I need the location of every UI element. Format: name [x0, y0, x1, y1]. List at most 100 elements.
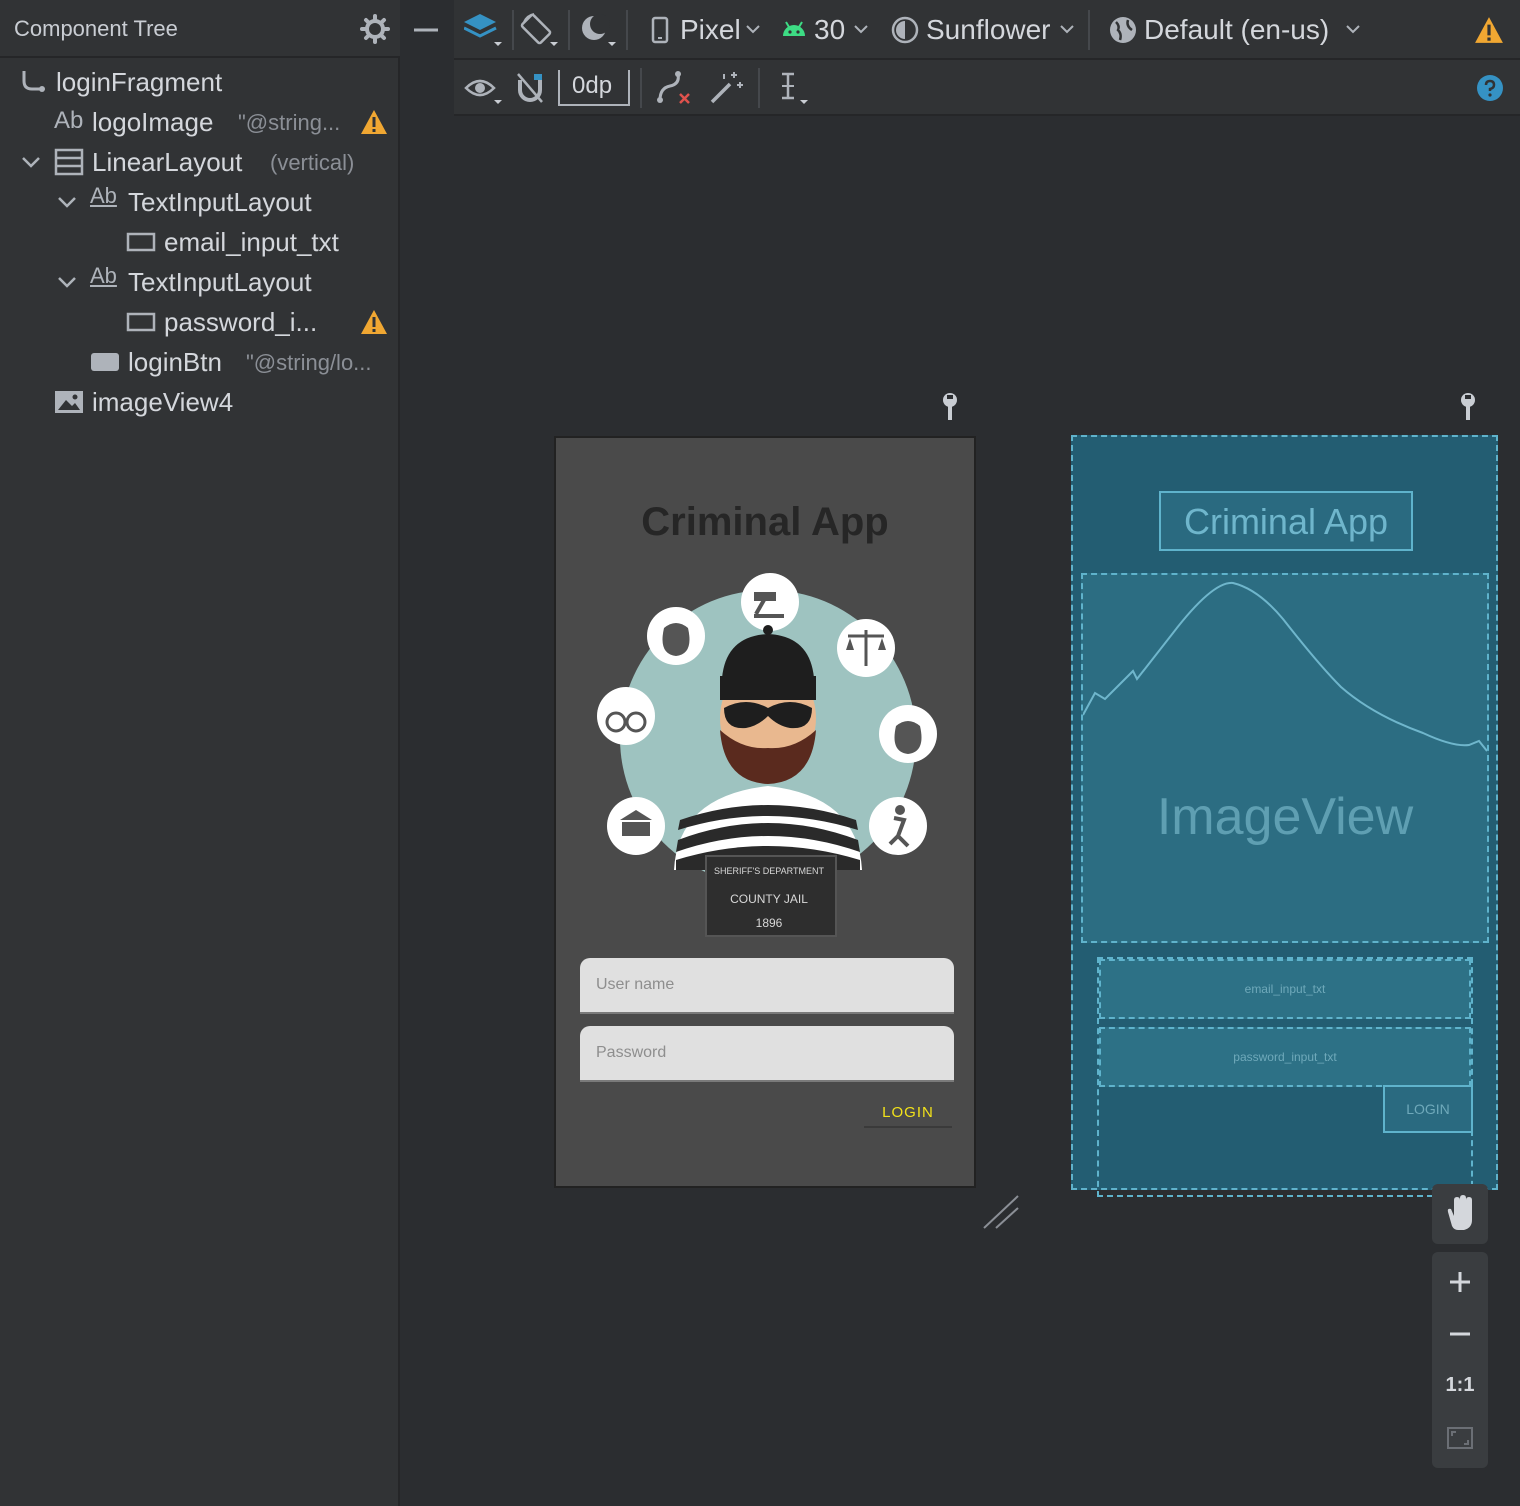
textinputlayout-icon: Ab: [90, 183, 117, 208]
blueprint-linearlayout[interactable]: email_input_txt password_input_txt LOGIN: [1097, 957, 1473, 1197]
device-selector[interactable]: Pixel: [680, 14, 741, 46]
tree-node-loginbtn[interactable]: loginBtn "@string/lo...: [0, 341, 400, 381]
blueprint-email-field[interactable]: email_input_txt: [1099, 959, 1471, 1019]
warning-icon[interactable]: [360, 109, 388, 135]
eye-icon[interactable]: [464, 70, 504, 106]
username-field[interactable]: User name: [580, 958, 954, 1014]
autoconnect-off-icon[interactable]: [514, 70, 546, 106]
zoom-actual-size-button[interactable]: 1:1: [1432, 1374, 1488, 1397]
toolbar-separator: [568, 10, 570, 50]
edittext-icon: [126, 232, 156, 252]
toolbar-separator: [1088, 10, 1090, 50]
night-mode-icon[interactable]: [578, 12, 618, 48]
pin-icon[interactable]: [1459, 392, 1477, 422]
help-icon[interactable]: [1476, 74, 1504, 102]
blueprint-imageview[interactable]: ImageView: [1081, 573, 1489, 943]
edittext-icon: [126, 312, 156, 332]
sign-line-2: COUNTY JAIL: [730, 892, 808, 906]
guidelines-icon[interactable]: [776, 70, 812, 106]
zoom-controls: 1:1: [1432, 1252, 1488, 1468]
app-title[interactable]: Criminal App: [556, 500, 974, 545]
layout-editor: Component Tree loginFragment Ab logoImag…: [0, 0, 1520, 1506]
chevron-down-icon[interactable]: [744, 20, 762, 38]
globe-icon: [1110, 17, 1136, 43]
blueprint-surface[interactable]: Criminal App ImageView email_input_txt p…: [1071, 435, 1498, 1197]
tree-node-sub: "@string/lo...: [246, 350, 372, 375]
tree-node-label: imageView4: [92, 387, 234, 417]
component-tree-header: Component Tree: [0, 0, 438, 58]
username-hint: User name: [596, 976, 675, 993]
tree-node-label: email_input_txt: [164, 227, 339, 257]
api-level-selector[interactable]: 30: [814, 14, 845, 46]
clear-constraints-icon[interactable]: [656, 70, 692, 106]
fragment-icon: [22, 71, 45, 92]
sign-line-3: 1896: [755, 916, 783, 930]
blueprint-title[interactable]: Criminal App: [1159, 491, 1413, 551]
tree-node-label: logoImage: [92, 107, 214, 137]
chevron-down-icon[interactable]: [852, 20, 870, 38]
login-button[interactable]: LOGIN: [864, 1098, 952, 1128]
orientation-icon[interactable]: [520, 12, 560, 48]
android-icon: [783, 21, 805, 36]
button-icon: [91, 353, 119, 371]
tree-node-password-input[interactable]: password_i...: [0, 301, 400, 341]
tree-node-label: loginBtn: [128, 347, 222, 377]
chevron-down-icon[interactable]: [1058, 20, 1076, 38]
design-surface[interactable]: Criminal App SHERIFF'S DEPARTMENT COUNTY…: [554, 436, 976, 1188]
toolbar-separator: [512, 10, 514, 50]
chevron-down-icon[interactable]: [20, 151, 42, 173]
chevron-down-icon[interactable]: [1344, 20, 1362, 38]
textinputlayout-icon: Ab: [90, 263, 117, 288]
tree-node-label: password_i...: [164, 307, 318, 337]
tree-node-textinputlayout[interactable]: Ab TextInputLayout: [0, 181, 400, 221]
tree-node-label: TextInputLayout: [128, 267, 312, 297]
default-margin-selector[interactable]: 0dp: [558, 70, 630, 106]
tree-node-imageview4[interactable]: imageView4: [0, 381, 400, 421]
infer-constraints-icon[interactable]: [708, 70, 744, 106]
warning-icon[interactable]: [360, 309, 388, 335]
locale-selector[interactable]: Default (en-us): [1144, 14, 1329, 46]
tree-node-textinputlayout[interactable]: Ab TextInputLayout: [0, 261, 400, 301]
resize-handle-icon[interactable]: [980, 1194, 1020, 1230]
password-field[interactable]: Password: [580, 1026, 954, 1082]
constraint-toolbar: 0dp: [454, 60, 1520, 116]
pan-control: [1432, 1184, 1488, 1244]
hand-icon[interactable]: [1432, 1188, 1488, 1240]
zoom-out-icon[interactable]: [1432, 1308, 1488, 1360]
toolbar-separator: [626, 10, 628, 50]
warning-icon[interactable]: [1474, 16, 1504, 44]
phone-icon: [651, 16, 669, 44]
toolbar-separator: [640, 68, 642, 108]
zoom-in-icon[interactable]: [1432, 1256, 1488, 1308]
chevron-down-icon[interactable]: [56, 191, 78, 213]
component-tree-title: Component Tree: [14, 16, 178, 41]
sign-line-1: SHERIFF'S DEPARTMENT: [714, 866, 824, 876]
password-hint: Password: [596, 1044, 667, 1061]
tree-node-loginfragment[interactable]: loginFragment: [0, 61, 400, 101]
pin-icon[interactable]: [941, 392, 959, 422]
blueprint-password-field[interactable]: password_input_txt: [1099, 1027, 1471, 1087]
theme-selector[interactable]: Sunflower: [926, 14, 1051, 46]
tree-node-sub: (vertical): [270, 150, 355, 175]
blueprint-imageview-label: ImageView: [1156, 788, 1414, 846]
linearlayout-icon: [54, 148, 84, 176]
blueprint-login-button[interactable]: LOGIN: [1383, 1085, 1473, 1133]
chevron-down-icon[interactable]: [56, 271, 78, 293]
tree-node-linearlayout[interactable]: LinearLayout (vertical): [0, 141, 400, 181]
criminal-illustration[interactable]: [594, 570, 938, 942]
tree-node-label: LinearLayout: [92, 147, 243, 177]
layers-icon[interactable]: [464, 12, 504, 48]
tree-node-label: TextInputLayout: [128, 187, 312, 217]
toolbar-separator: [758, 68, 760, 108]
blueprint-image-outline: [1083, 581, 1487, 752]
default-margin-value: 0dp: [572, 72, 613, 99]
tree-node-logoimage[interactable]: Ab logoImage "@string...: [0, 101, 400, 141]
minimize-icon[interactable]: [412, 14, 442, 44]
textview-icon: Ab: [54, 107, 84, 134]
gear-icon[interactable]: [360, 14, 390, 44]
tree-node-email-input[interactable]: email_input_txt: [0, 221, 400, 261]
image-icon: [55, 391, 83, 413]
component-tree-panel: Component Tree loginFragment Ab logoImag…: [0, 0, 438, 1506]
theme-icon: [891, 16, 919, 44]
zoom-to-fit-icon[interactable]: [1432, 1412, 1488, 1464]
